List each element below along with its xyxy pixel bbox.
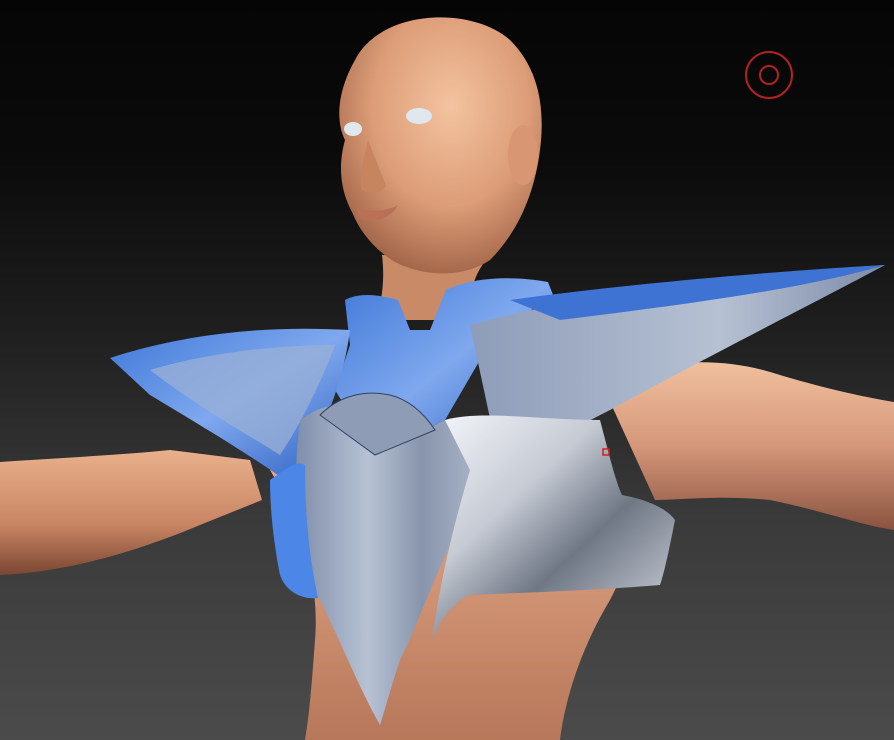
ear xyxy=(508,125,538,185)
sculpt-model-render[interactable] xyxy=(0,0,894,740)
draw-brush-cursor-icon[interactable] xyxy=(744,50,794,100)
left-arm xyxy=(0,450,262,575)
left-eye xyxy=(344,122,362,136)
zbrush-canvas-viewport[interactable] xyxy=(0,0,894,740)
right-eye xyxy=(406,108,432,124)
